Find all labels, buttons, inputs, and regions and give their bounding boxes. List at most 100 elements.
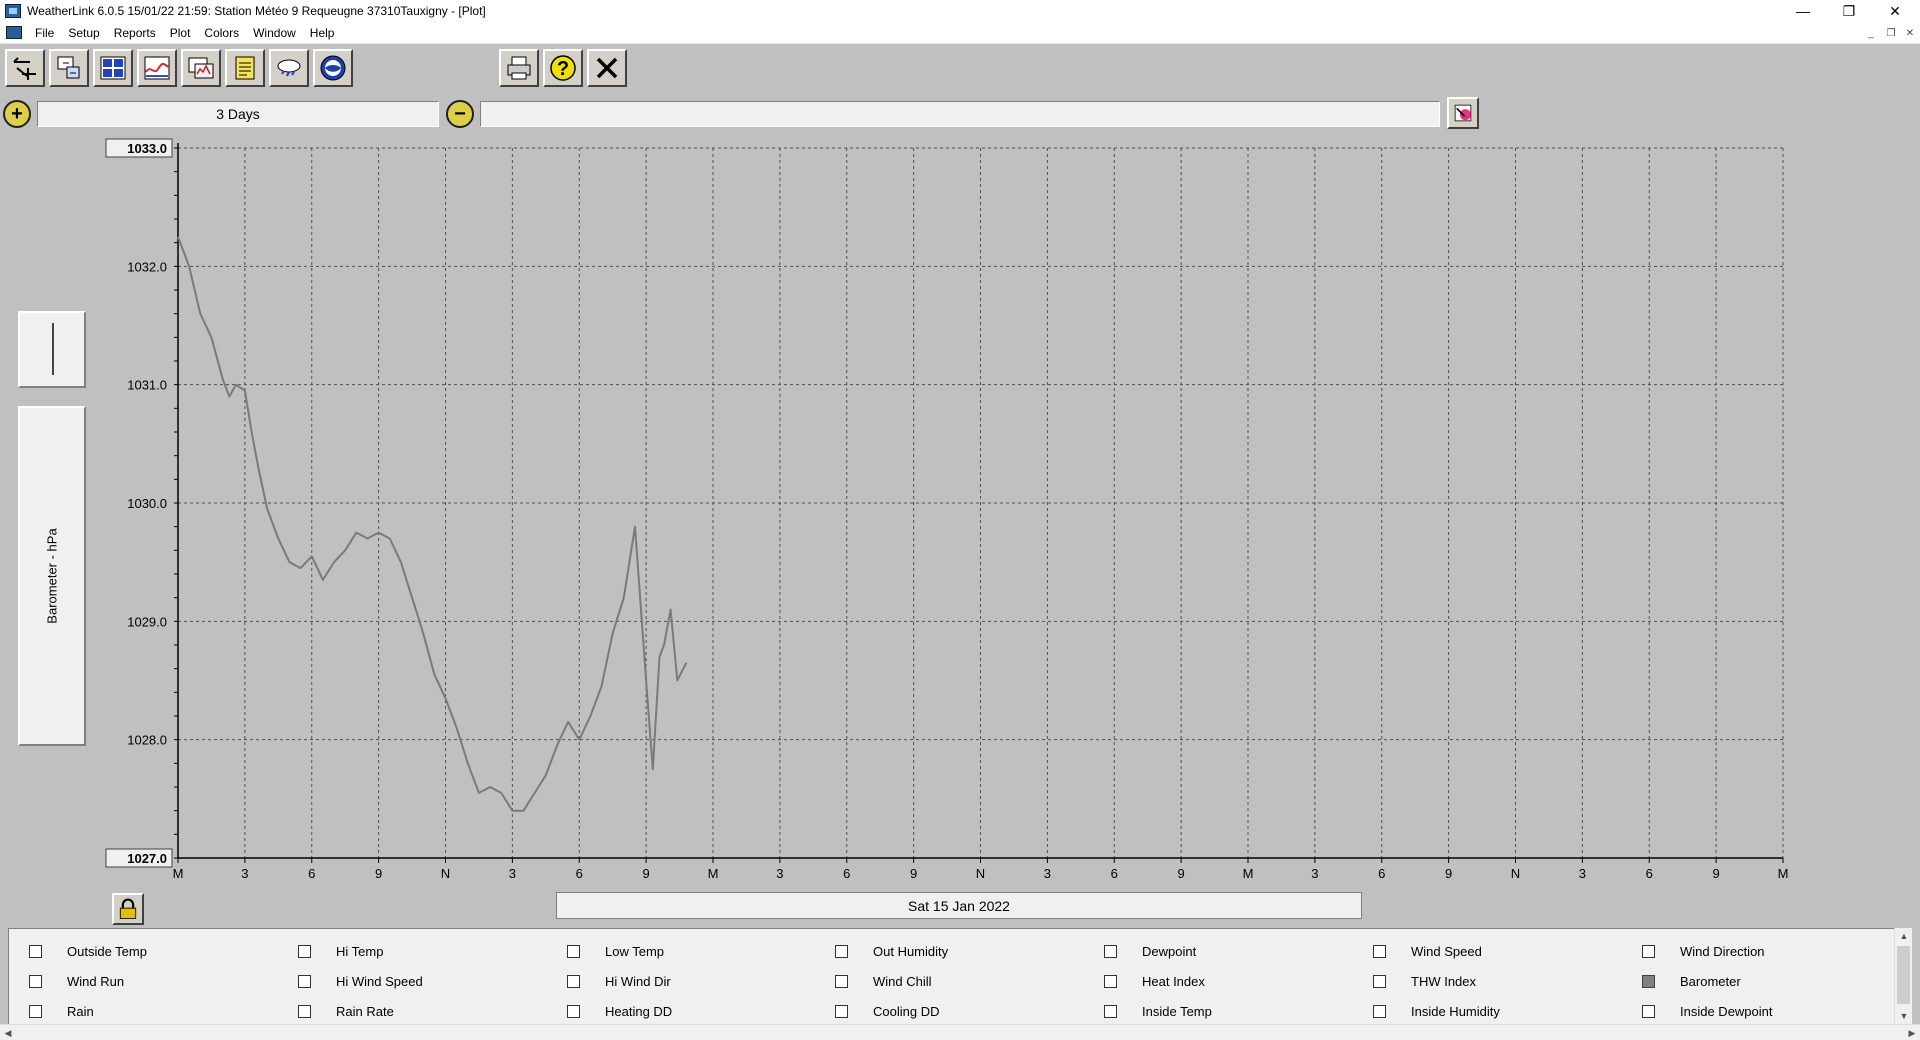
lock-button[interactable] xyxy=(112,893,144,925)
weather-link-button[interactable] xyxy=(269,49,309,87)
checkbox-hi-temp[interactable]: Hi Temp xyxy=(298,943,383,959)
checkbox-cooling-dd[interactable]: Cooling DD xyxy=(835,1003,939,1019)
checkbox-box[interactable] xyxy=(835,944,848,958)
checkbox-wind-chill[interactable]: Wind Chill xyxy=(835,973,932,989)
menu-file[interactable]: File xyxy=(28,22,61,44)
color-palette-icon xyxy=(1454,104,1472,122)
plot-colors-button[interactable] xyxy=(1447,97,1479,129)
zoom-range-field[interactable] xyxy=(480,101,1440,127)
notepad-button[interactable] xyxy=(225,49,265,87)
scroll-up-icon[interactable]: ▲ xyxy=(1895,928,1913,944)
checkbox-box[interactable] xyxy=(835,974,848,988)
checkbox-barometer[interactable]: Barometer xyxy=(1642,973,1741,989)
x-tick-label: 3 xyxy=(241,866,248,881)
x-tick-label: N xyxy=(976,866,985,881)
checkbox-wind-direction[interactable]: Wind Direction xyxy=(1642,943,1765,959)
zoom-out-button[interactable]: − xyxy=(446,100,474,128)
checkbox-box[interactable] xyxy=(298,974,311,988)
checkbox-inside-humidity[interactable]: Inside Humidity xyxy=(1373,1003,1500,1019)
minimize-button[interactable]: — xyxy=(1780,0,1826,22)
weatherlink-app-icon xyxy=(5,4,21,18)
vertical-scrollbar[interactable]: ▲ ▼ xyxy=(1894,928,1912,1024)
checkbox-box[interactable] xyxy=(567,1004,580,1018)
checkbox-dewpoint[interactable]: Dewpoint xyxy=(1104,943,1196,959)
checkbox-box[interactable] xyxy=(29,944,42,958)
checkbox-box[interactable] xyxy=(1104,974,1117,988)
help-button[interactable]: ? xyxy=(543,49,583,87)
checkbox-heat-index[interactable]: Heat Index xyxy=(1104,973,1205,989)
scroll-down-icon[interactable]: ▼ xyxy=(1895,1008,1913,1024)
checkbox-box[interactable] xyxy=(567,974,580,988)
checkbox-box[interactable] xyxy=(835,1004,848,1018)
checkbox-box[interactable] xyxy=(298,944,311,958)
checkbox-box[interactable] xyxy=(1642,944,1655,958)
print-button[interactable] xyxy=(499,49,539,87)
checkbox-low-temp[interactable]: Low Temp xyxy=(567,943,664,959)
checkbox-hi-wind-speed[interactable]: Hi Wind Speed xyxy=(298,973,423,989)
checkbox-wind-run[interactable]: Wind Run xyxy=(29,973,124,989)
restore-button[interactable]: ❐ xyxy=(1826,0,1872,22)
close-window-button[interactable]: ✕ xyxy=(1872,0,1918,22)
menu-help[interactable]: Help xyxy=(303,22,342,44)
zoom-bar: + 3 Days − xyxy=(0,97,1920,130)
checkbox-rain-rate[interactable]: Rain Rate xyxy=(298,1003,394,1019)
select-station-button[interactable] xyxy=(5,49,45,87)
mdi-close-button[interactable]: ✕ xyxy=(1903,26,1917,40)
horizontal-scrollbar[interactable]: ◀ ▶ xyxy=(0,1024,1920,1040)
menu-colors[interactable]: Colors xyxy=(197,22,246,44)
menu-plot[interactable]: Plot xyxy=(163,22,198,44)
checkbox-box[interactable] xyxy=(1642,974,1655,988)
browse-button[interactable] xyxy=(181,49,221,87)
checkbox-box[interactable] xyxy=(567,944,580,958)
checkbox-box[interactable] xyxy=(1104,1004,1117,1018)
x-tick-label: M xyxy=(1243,866,1254,881)
summary-button[interactable] xyxy=(137,49,177,87)
document-icon[interactable] xyxy=(6,26,22,39)
menu-setup[interactable]: Setup xyxy=(61,22,106,44)
noaa-button[interactable] xyxy=(313,49,353,87)
menu-window[interactable]: Window xyxy=(246,22,303,44)
checkbox-wind-speed[interactable]: Wind Speed xyxy=(1373,943,1482,959)
checkbox-label: Wind Direction xyxy=(1680,943,1765,959)
close-plot-button[interactable] xyxy=(587,49,627,87)
menu-reports[interactable]: Reports xyxy=(107,22,163,44)
checkbox-box[interactable] xyxy=(1373,1004,1386,1018)
checkbox-box[interactable] xyxy=(1373,974,1386,988)
checkbox-out-humidity[interactable]: Out Humidity xyxy=(835,943,948,959)
mdi-restore-button[interactable]: ❐ xyxy=(1884,26,1898,40)
checkbox-box[interactable] xyxy=(298,1004,311,1018)
scroll-right-icon[interactable]: ▶ xyxy=(1904,1025,1920,1040)
checkbox-label: Rain Rate xyxy=(336,1003,394,1019)
x-tick-label: 3 xyxy=(776,866,783,881)
zoom-in-button[interactable]: + xyxy=(3,100,31,128)
print-icon xyxy=(507,56,531,80)
checkbox-box[interactable] xyxy=(29,974,42,988)
time-span-field[interactable]: 3 Days xyxy=(37,101,439,127)
mdi-minimize-button[interactable]: _ xyxy=(1864,26,1878,40)
checkbox-inside-dewpoint[interactable]: Inside Dewpoint xyxy=(1642,1003,1773,1019)
checkbox-hi-wind-dir[interactable]: Hi Wind Dir xyxy=(567,973,671,989)
y-tick-label: 1033.0 xyxy=(127,141,167,156)
checkbox-outside-temp[interactable]: Outside Temp xyxy=(29,943,147,959)
y-tick-label: 1029.0 xyxy=(127,614,167,629)
checkbox-inside-temp[interactable]: Inside Temp xyxy=(1104,1003,1212,1019)
checkbox-box[interactable] xyxy=(29,1004,42,1018)
bulletin-button[interactable] xyxy=(93,49,133,87)
scroll-thumb[interactable] xyxy=(1897,946,1910,1004)
scroll-left-icon[interactable]: ◀ xyxy=(0,1025,16,1040)
checkbox-label: Rain xyxy=(67,1003,94,1019)
y-tick-label: 1028.0 xyxy=(127,733,167,748)
series-checkbox-panel: Outside Temp Hi Temp Low Temp Out Humidity D… xyxy=(8,928,1894,1024)
checkbox-heating-dd[interactable]: Heating DD xyxy=(567,1003,672,1019)
checkbox-box[interactable] xyxy=(1642,1004,1655,1018)
checkbox-label: Inside Dewpoint xyxy=(1680,1003,1773,1019)
checkbox-box[interactable] xyxy=(1104,944,1117,958)
checkbox-box[interactable] xyxy=(1373,944,1386,958)
checkbox-rain[interactable]: Rain xyxy=(29,1003,94,1019)
x-tick-label: 9 xyxy=(1445,866,1452,881)
x-tick-label: 3 xyxy=(1044,866,1051,881)
download-button[interactable] xyxy=(49,49,89,87)
checkbox-thw-index[interactable]: THW Index xyxy=(1373,973,1476,989)
checkbox-label: Wind Speed xyxy=(1411,943,1482,959)
noaa-icon xyxy=(320,55,346,81)
